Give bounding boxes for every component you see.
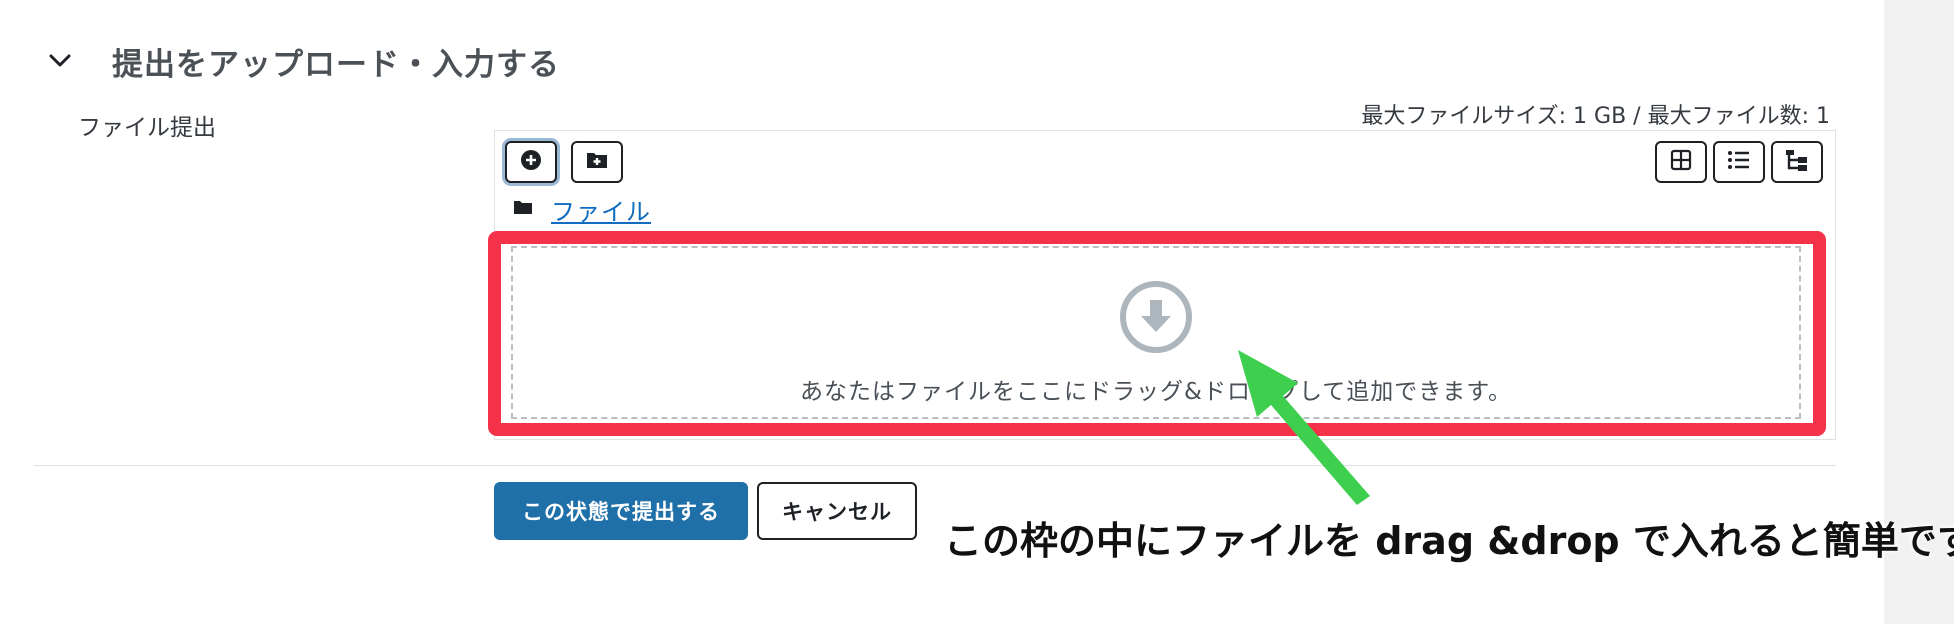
plus-circle-icon (519, 148, 543, 176)
add-file-button[interactable] (505, 141, 557, 183)
grid-icon (1670, 149, 1692, 175)
folder-icon (513, 199, 533, 219)
create-folder-button[interactable] (571, 141, 623, 183)
upload-limits: 最大ファイルサイズ: 1 GB / 最大ファイル数: 1 (1361, 104, 1830, 129)
submit-button[interactable]: この状態で提出する (494, 482, 748, 540)
section-header[interactable]: 提出をアップロード・入力する (46, 38, 560, 84)
cancel-button[interactable]: キャンセル (757, 482, 917, 540)
chevron-down-icon[interactable] (46, 47, 74, 75)
divider (34, 465, 1836, 466)
folder-plus-icon (585, 149, 609, 175)
dropzone-highlight-box (488, 231, 1826, 436)
view-icons-button[interactable] (1655, 141, 1707, 183)
view-details-button[interactable] (1713, 141, 1765, 183)
file-submission-label: ファイル提出 (78, 115, 216, 141)
view-tree-button[interactable] (1771, 141, 1823, 183)
tree-icon (1784, 148, 1810, 176)
section-title: 提出をアップロード・入力する (112, 46, 560, 83)
annotation-text: この枠の中にファイルを drag &drop で入れると簡単です。 (944, 519, 1954, 563)
breadcrumb: ファイル (513, 192, 651, 227)
list-icon (1727, 149, 1751, 175)
breadcrumb-files-link[interactable]: ファイル (551, 192, 651, 227)
